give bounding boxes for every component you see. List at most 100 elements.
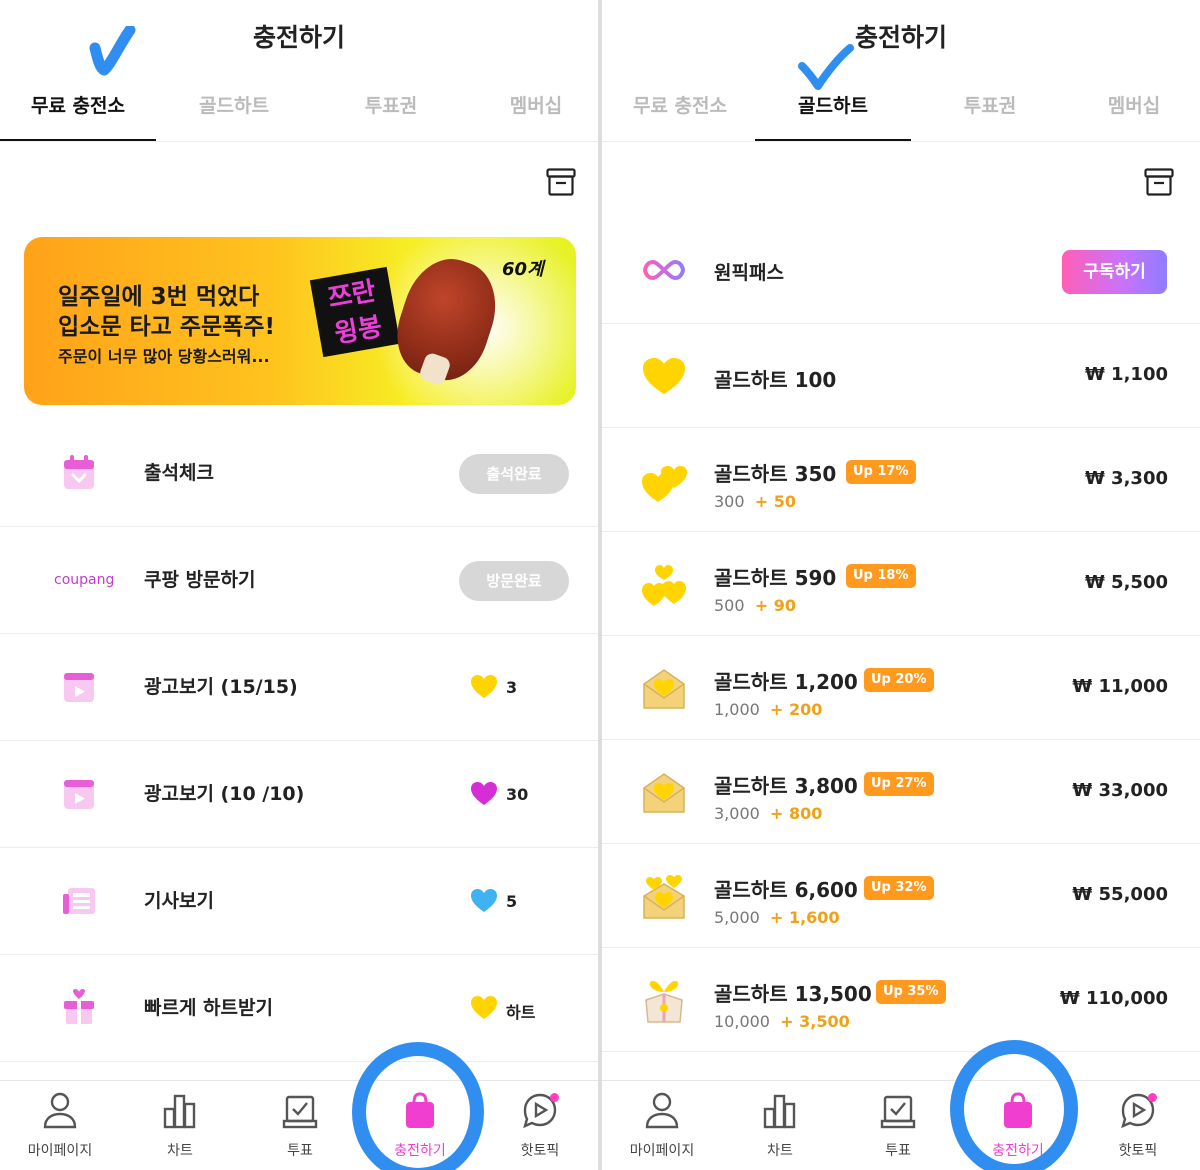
list-item-quick-heart[interactable]: 빠르게 하트받기 하트: [0, 955, 598, 1062]
nav-mypage[interactable]: 마이페이지: [602, 1081, 722, 1170]
list-item-label: 쿠팡 방문하기: [144, 569, 256, 591]
bonus-amount: + 200: [769, 700, 823, 719]
product-row[interactable]: 골드하트 100 ₩ 1,100: [602, 324, 1200, 428]
list-item-ad-10[interactable]: 광고보기 (10 /10) 30: [0, 741, 598, 848]
product-row[interactable]: 골드하트 13,500 Up 35% 10,000 + 3,500 ₩ 110,…: [602, 948, 1200, 1052]
tab-gold-heart[interactable]: 골드하트: [755, 86, 911, 142]
banner-headline-1: 일주일에 3번 먹었다: [58, 284, 260, 310]
yellow-heart-icon: [471, 675, 497, 698]
page-title: 충전하기: [854, 23, 947, 52]
calendar-icon: [64, 455, 94, 489]
list-item-label: 빠르게 하트받기: [144, 997, 273, 1019]
tab-gold-heart[interactable]: 골드하트: [156, 86, 312, 142]
tab-bar: 무료 충전소 골드하트 투표권 멤버십: [0, 86, 598, 142]
product-breakdown: 3,000 + 800: [714, 804, 822, 823]
base-amount: 3,000: [714, 804, 760, 823]
nav-label: 차트: [767, 1143, 793, 1159]
product-name: 골드하트 1,200: [714, 670, 858, 694]
base-amount: 10,000: [714, 1012, 770, 1031]
nav-label: 투표: [287, 1143, 313, 1159]
tab-membership[interactable]: 멤버십: [458, 86, 598, 142]
list-item-label: 기사보기: [144, 890, 214, 912]
gift-box-icon: [645, 980, 683, 1023]
tab-membership[interactable]: 멤버십: [1056, 86, 1200, 142]
visit-done-button[interactable]: 방문완료: [459, 561, 569, 601]
bonus-amount: + 90: [754, 596, 796, 615]
envelope-hearts-icon: [643, 875, 685, 919]
product-name: 골드하트 3,800: [714, 774, 858, 798]
nav-vote[interactable]: 투표: [240, 1081, 360, 1170]
product-price: ₩ 1,100: [1084, 364, 1168, 385]
banner-subtext: 주문이 너무 많아 당황스러워...: [58, 347, 270, 366]
triple-gold-heart-icon: [642, 565, 686, 606]
bonus-amount: + 800: [769, 804, 823, 823]
tab-vote-ticket[interactable]: 투표권: [912, 86, 1068, 142]
tab-free-charge[interactable]: 무료 충전소: [602, 86, 758, 142]
bonus-amount: + 1,600: [769, 908, 840, 927]
promo-banner[interactable]: 일주일에 3번 먹었다 입소문 타고 주문폭주! 주문이 너무 많아 당황스러워…: [24, 237, 576, 405]
product-row[interactable]: 골드하트 6,600 Up 32% 5,000 + 1,600 ₩ 55,000: [602, 844, 1200, 948]
attendance-done-button[interactable]: 출석완료: [459, 454, 569, 494]
list-item-attendance[interactable]: 출석체크 출석완료: [0, 420, 598, 527]
product-price: ₩ 3,300: [1084, 468, 1168, 489]
coupang-logo: coupang: [54, 572, 115, 588]
news-icon: [63, 888, 95, 914]
bonus-amount: + 50: [754, 492, 796, 511]
person-icon: [43, 1092, 77, 1129]
list-item-label: 출석체크: [144, 462, 214, 484]
product-breakdown: 300 + 50: [714, 492, 796, 511]
purple-heart-icon: [471, 782, 497, 805]
infinity-icon: [642, 259, 686, 281]
bonus-amount: + 3,500: [780, 1012, 850, 1031]
onepick-pass-row[interactable]: 원픽패스 구독하기: [602, 220, 1200, 324]
nav-chart[interactable]: 차트: [120, 1081, 240, 1170]
product-name: 골드하트 13,500: [714, 982, 872, 1006]
reward-amount: 5: [506, 892, 518, 911]
video-ad-icon: [64, 673, 94, 702]
nav-label: 투표: [885, 1143, 911, 1159]
ballot-icon: [880, 1095, 916, 1129]
banner-product-stamp: 쯔란 윙봉: [309, 266, 401, 358]
tab-bar: 무료 충전소 골드하트 투표권 멤버십: [602, 86, 1200, 142]
notification-dot: [550, 1093, 559, 1102]
archive-icon[interactable]: [546, 168, 576, 196]
product-row[interactable]: 골드하트 350 Up 17% 300 + 50 ₩ 3,300: [602, 428, 1200, 532]
envelope-heart-icon: [643, 669, 685, 709]
list-item-ad-15[interactable]: 광고보기 (15/15) 3: [0, 634, 598, 741]
archive-icon[interactable]: [1144, 168, 1174, 196]
blue-heart-icon: [471, 889, 497, 912]
tab-divider: [0, 141, 598, 142]
nav-hot-topic[interactable]: 핫토픽: [480, 1081, 598, 1170]
banner-headline-2: 입소문 타고 주문폭주!: [58, 314, 275, 340]
onepick-label: 원픽패스: [714, 262, 784, 284]
base-amount: 500: [714, 596, 745, 615]
list-item-coupang[interactable]: coupang 쿠팡 방문하기 방문완료: [0, 527, 598, 634]
gold-heart-icon: [643, 358, 685, 394]
tab-free-charge[interactable]: 무료 충전소: [0, 86, 156, 142]
brand-logo: 60계: [502, 259, 544, 280]
nav-label: 마이페이지: [27, 1143, 93, 1159]
product-row[interactable]: 골드하트 1,200 Up 20% 1,000 + 200 ₩ 11,000: [602, 636, 1200, 740]
reward-amount: 하트: [506, 1003, 536, 1022]
double-gold-heart-icon: [642, 466, 687, 502]
nav-chart[interactable]: 차트: [720, 1081, 840, 1170]
base-amount: 300: [714, 492, 745, 511]
list-item-article[interactable]: 기사보기 5: [0, 848, 598, 955]
product-row[interactable]: 골드하트 590 Up 18% 500 + 90 ₩ 5,500: [602, 532, 1200, 636]
tab-divider: [602, 141, 1200, 142]
yellow-heart-icon: [471, 996, 497, 1019]
nav-mypage[interactable]: 마이페이지: [0, 1081, 120, 1170]
tab-vote-ticket[interactable]: 투표권: [313, 86, 469, 142]
nav-hot-topic[interactable]: 핫토픽: [1078, 1081, 1198, 1170]
bonus-badge: Up 18%: [846, 564, 916, 588]
product-name: 골드하트 100: [714, 368, 837, 392]
nav-vote[interactable]: 투표: [838, 1081, 958, 1170]
reward-amount: 30: [506, 785, 529, 804]
subscribe-button[interactable]: 구독하기: [1062, 250, 1167, 294]
list-item-label: 광고보기 (15/15): [144, 676, 298, 698]
bar-chart-icon: [763, 1094, 796, 1129]
product-row[interactable]: 골드하트 3,800 Up 27% 3,000 + 800 ₩ 33,000: [602, 740, 1200, 844]
product-breakdown: 5,000 + 1,600: [714, 908, 840, 927]
base-amount: 5,000: [714, 908, 760, 927]
product-price: ₩ 110,000: [1059, 988, 1168, 1009]
